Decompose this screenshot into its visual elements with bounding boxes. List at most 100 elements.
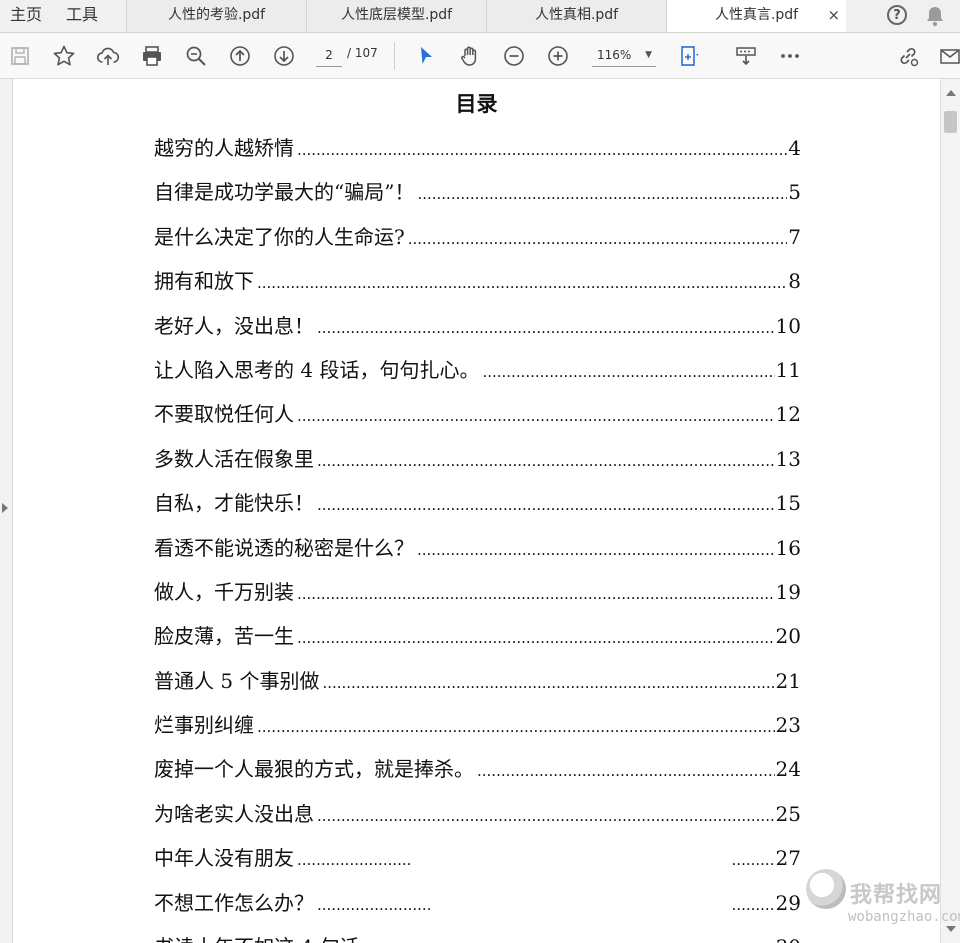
toc-entry[interactable]: 看透不能说透的秘密是什么？...........................…	[154, 532, 801, 576]
toc-entry[interactable]: 让人陷入思考的 4 段话，句句扎心。......................…	[154, 354, 801, 398]
toc-row: 自私，才能快乐！................................…	[154, 487, 801, 517]
watermark-en: wobangzhao.com	[848, 909, 960, 925]
toc-entry[interactable]: 烂事别纠缠...................................…	[154, 709, 801, 753]
toc-entry[interactable]: 脸皮薄，苦一生.................................…	[154, 620, 801, 664]
zoom-in-icon[interactable]	[544, 42, 572, 70]
toolbar-divider	[394, 42, 395, 70]
zoom-search-icon[interactable]	[182, 42, 210, 70]
page-number-input[interactable]: 2	[316, 44, 342, 67]
toc-entry[interactable]: 做人，千万别装.................................…	[154, 576, 801, 620]
toc-entry[interactable]: 多数人活在假象里................................…	[154, 443, 801, 487]
toc-row: 让人陷入思考的 4 段话，句句扎心。......................…	[154, 354, 801, 384]
toc-page-number: 30	[776, 935, 801, 943]
toc-leader-dots: ........................................…	[317, 895, 430, 914]
toc-row: 烂事别纠缠...................................…	[154, 709, 801, 739]
table-of-contents: 越穷的人越矫情.................................…	[154, 132, 801, 943]
toc-row: 废掉一个人最狠的方式，就是捧杀。........................…	[154, 753, 801, 783]
select-cursor-icon[interactable]	[412, 42, 440, 70]
print-icon[interactable]	[138, 42, 166, 70]
toc-page-number: 15	[775, 491, 801, 516]
toc-leader-dots: ........................................…	[482, 362, 775, 381]
toc-page-number: 25	[775, 801, 801, 826]
nav-home[interactable]: 主页	[0, 0, 54, 32]
tab-document[interactable]: 人性的考验.pdf	[126, 0, 307, 32]
upload-cloud-icon[interactable]	[94, 42, 122, 70]
toc-page-number: 21	[775, 668, 801, 693]
toc-entry-title: 书读十年不如这 4 句话	[154, 931, 359, 943]
toc-leader-dots: ........................................…	[297, 407, 775, 426]
star-icon[interactable]	[50, 42, 78, 70]
left-panel-toggle[interactable]	[0, 79, 13, 943]
toc-page-number: 5	[788, 180, 801, 205]
tab-bar-spacer	[846, 0, 887, 32]
vertical-scrollbar[interactable]	[940, 79, 960, 943]
zoom-out-icon[interactable]	[500, 42, 528, 70]
toc-leader-dots: ........................................…	[417, 540, 775, 559]
toc-entry[interactable]: 普通人 5 个事别做..............................…	[154, 665, 801, 709]
page-count: / 107	[347, 46, 378, 60]
scroll-thumb[interactable]	[944, 111, 957, 133]
toc-entry-title: 自律是成功学最大的“骗局”！	[154, 180, 415, 205]
toc-row: 脸皮薄，苦一生.................................…	[154, 620, 801, 650]
tab-label: 人性的考验.pdf	[167, 7, 266, 23]
toc-entry[interactable]: 拥有和放下...................................…	[154, 265, 801, 309]
toc-leader-dots: ........................................…	[297, 584, 775, 603]
link-icon[interactable]	[894, 42, 922, 70]
toc-entry-title: 废掉一个人最狠的方式，就是捧杀。	[154, 757, 474, 782]
toc-entry[interactable]: 是什么决定了你的人生命运?...........................…	[154, 221, 801, 265]
toc-entry[interactable]: 老好人，没出息！................................…	[154, 310, 801, 354]
tab-document-active[interactable]: 人性真言.pdf ×	[666, 0, 847, 32]
toc-entry[interactable]: 中年人没有朋友.................................…	[154, 842, 801, 886]
watermark-cn: 我帮找网	[850, 883, 943, 908]
toc-entry-title: 中年人没有朋友	[154, 846, 294, 871]
toc-entry[interactable]: 废掉一个人最狠的方式，就是捧杀。........................…	[154, 753, 801, 797]
toc-page-number: 20	[775, 624, 801, 649]
zoom-select[interactable]: 116% ▼	[592, 44, 656, 67]
help-icon[interactable]: ?	[887, 5, 907, 25]
toc-entry[interactable]: 自私，才能快乐！................................…	[154, 487, 801, 531]
toc-page-number: 16	[775, 535, 801, 560]
email-icon[interactable]	[936, 42, 960, 70]
scroll-up-icon[interactable]	[946, 90, 956, 96]
toc-entry[interactable]: 书读十年不如这 4 句话............................…	[154, 931, 801, 943]
scroll-mode-icon[interactable]	[732, 42, 760, 70]
toc-page-number: 12	[775, 402, 801, 427]
more-icon[interactable]	[776, 42, 804, 70]
close-tab-icon[interactable]: ×	[827, 0, 840, 31]
toc-entry[interactable]: 不要取悦任何人.................................…	[154, 398, 801, 442]
tab-document[interactable]: 人性底层模型.pdf	[306, 0, 487, 32]
tab-document[interactable]: 人性真相.pdf	[486, 0, 667, 32]
toc-row: 书读十年不如这 4 句话............................…	[154, 931, 801, 943]
toc-entry[interactable]: 不想工作怎么办？................................…	[154, 887, 801, 931]
toc-leader-dots: ........................................…	[731, 895, 776, 914]
toc-entry-title: 自私，才能快乐！	[154, 491, 314, 516]
toc-entry-title: 不要取悦任何人	[154, 402, 294, 427]
toc-entry-title: 是什么决定了你的人生命运?	[154, 224, 405, 249]
toc-leader-dots: ........................................…	[317, 318, 775, 337]
toc-page-number: 13	[775, 446, 801, 471]
toc-entry[interactable]: 越穷的人越矫情.................................…	[154, 132, 801, 176]
toc-entry-title: 烂事别纠缠	[154, 713, 254, 738]
hand-tool-icon[interactable]	[456, 42, 484, 70]
fit-page-icon[interactable]	[676, 42, 704, 70]
toc-row: 多数人活在假象里................................…	[154, 443, 801, 473]
prev-page-icon[interactable]	[226, 42, 254, 70]
pdf-page: 目录 越穷的人越矫情..............................…	[13, 79, 940, 943]
zoom-value: 116%	[597, 48, 632, 62]
toc-leader-dots: ........................................…	[477, 762, 775, 781]
nav-tools[interactable]: 工具	[54, 0, 110, 32]
toc-entry[interactable]: 为啥老实人没出息................................…	[154, 798, 801, 842]
toc-row: 不想工作怎么办？................................…	[154, 887, 801, 917]
toc-page-number: 7	[788, 224, 801, 249]
toc-page-number: 27	[775, 846, 801, 871]
toc-entry-title: 脸皮薄，苦一生	[154, 624, 294, 649]
bell-icon[interactable]	[925, 5, 945, 32]
save-icon[interactable]	[6, 42, 34, 70]
toc-leader-dots: ........................................…	[297, 629, 775, 648]
toc-page-number: 4	[788, 136, 801, 160]
toc-row: 拥有和放下...................................…	[154, 265, 801, 295]
toc-page-number: 19	[775, 579, 801, 604]
next-page-icon[interactable]	[270, 42, 298, 70]
toc-leader-dots: ........................................…	[317, 496, 775, 515]
toc-entry[interactable]: 自律是成功学最大的“骗局”！..........................…	[154, 176, 801, 220]
